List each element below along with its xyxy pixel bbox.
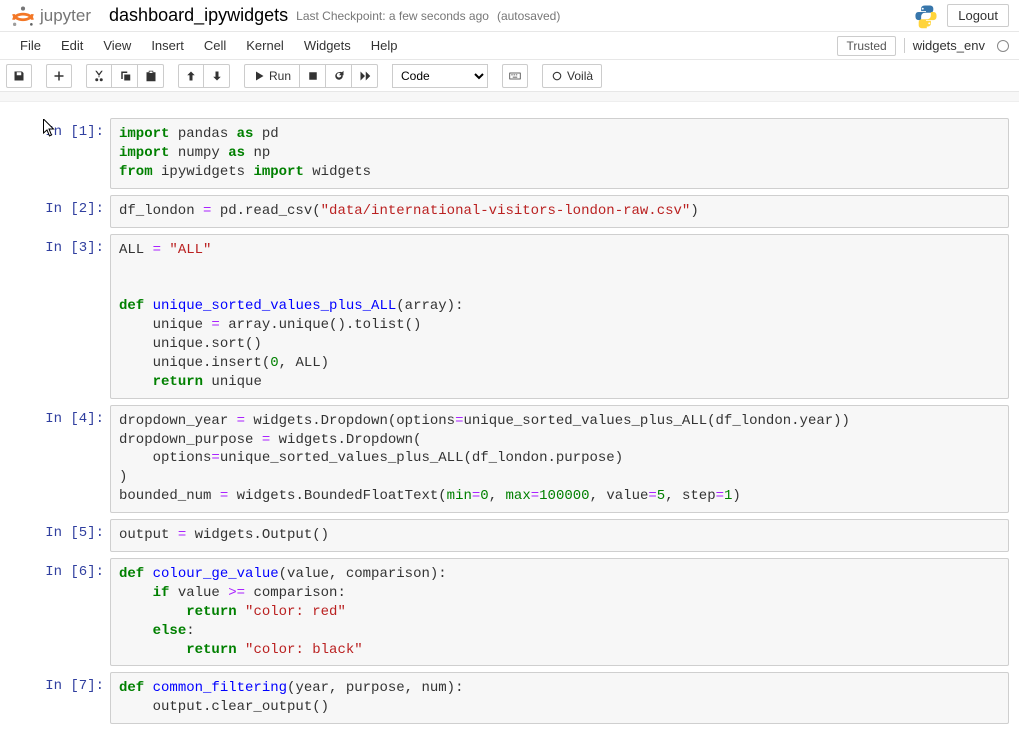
menu-widgets[interactable]: Widgets (294, 33, 361, 58)
menu-file[interactable]: File (10, 33, 51, 58)
move-up-button[interactable] (178, 64, 204, 88)
divider (0, 92, 1019, 102)
plus-icon (53, 70, 65, 82)
python-kernel-icon[interactable] (913, 3, 939, 29)
arrow-up-icon (185, 70, 197, 82)
copy-icon (119, 70, 131, 82)
toolbar: Run Code Voilà (0, 60, 1019, 92)
code-input[interactable]: df_london = pd.read_csv("data/internatio… (110, 195, 1009, 228)
menu-kernel[interactable]: Kernel (236, 33, 294, 58)
paste-icon (145, 70, 157, 82)
command-palette-button[interactable] (502, 64, 528, 88)
code-cell[interactable]: In [2]: df_london = pd.read_csv("data/in… (10, 195, 1009, 228)
code-input[interactable]: dropdown_year = widgets.Dropdown(options… (110, 405, 1009, 513)
notebook-area: In [1]: import pandas as pd import numpy… (0, 102, 1019, 750)
restart-run-all-button[interactable] (352, 64, 378, 88)
code-input[interactable]: def colour_ge_value(value, comparison): … (110, 558, 1009, 666)
voila-button[interactable]: Voilà (542, 64, 602, 88)
fast-forward-icon (359, 70, 371, 82)
trusted-indicator[interactable]: Trusted (837, 36, 895, 56)
interrupt-button[interactable] (300, 64, 326, 88)
copy-button[interactable] (112, 64, 138, 88)
run-button[interactable]: Run (244, 64, 300, 88)
paste-button[interactable] (138, 64, 164, 88)
checkpoint-text: Last Checkpoint: a few seconds ago (296, 9, 489, 23)
restart-button[interactable] (326, 64, 352, 88)
logout-button[interactable]: Logout (947, 4, 1009, 27)
restart-icon (333, 70, 345, 82)
stop-icon (307, 70, 319, 82)
logo-text: jupyter (40, 6, 91, 26)
code-input[interactable]: output = widgets.Output() (110, 519, 1009, 552)
keyboard-icon (509, 70, 521, 82)
arrow-down-icon (211, 70, 223, 82)
celltype-select[interactable]: Code (392, 64, 488, 88)
save-icon (13, 70, 25, 82)
code-cell[interactable]: In [1]: import pandas as pd import numpy… (10, 118, 1009, 189)
prompt: In [2]: (10, 195, 110, 228)
cut-icon (93, 70, 105, 82)
prompt: In [1]: (10, 118, 110, 189)
menu-view[interactable]: View (93, 33, 141, 58)
play-icon (253, 70, 265, 82)
prompt: In [4]: (10, 405, 110, 513)
kernel-name[interactable]: widgets_env (904, 38, 985, 53)
prompt: In [3]: (10, 234, 110, 399)
prompt: In [5]: (10, 519, 110, 552)
notebook-name[interactable]: dashboard_ipywidgets (109, 5, 288, 26)
header: jupyter dashboard_ipywidgets Last Checkp… (0, 0, 1019, 32)
code-cell[interactable]: In [4]: dropdown_year = widgets.Dropdown… (10, 405, 1009, 513)
menu-cell[interactable]: Cell (194, 33, 236, 58)
jupyter-logo[interactable]: jupyter (10, 3, 91, 29)
menu-help[interactable]: Help (361, 33, 408, 58)
move-down-button[interactable] (204, 64, 230, 88)
run-label: Run (269, 69, 291, 83)
voila-label: Voilà (567, 69, 593, 83)
code-input[interactable]: ALL = "ALL" def unique_sorted_values_plu… (110, 234, 1009, 399)
menu-insert[interactable]: Insert (141, 33, 194, 58)
jupyter-icon (10, 3, 36, 29)
code-cell[interactable]: In [7]: def common_filtering(year, purpo… (10, 672, 1009, 724)
menubar: File Edit View Insert Cell Kernel Widget… (0, 32, 1019, 60)
code-cell[interactable]: In [3]: ALL = "ALL" def unique_sorted_va… (10, 234, 1009, 399)
code-input[interactable]: import pandas as pd import numpy as np f… (110, 118, 1009, 189)
code-input[interactable]: def common_filtering(year, purpose, num)… (110, 672, 1009, 724)
cut-button[interactable] (86, 64, 112, 88)
save-button[interactable] (6, 64, 32, 88)
voila-icon (551, 70, 563, 82)
autosave-text: (autosaved) (497, 9, 560, 23)
prompt: In [7]: (10, 672, 110, 724)
prompt: In [6]: (10, 558, 110, 666)
code-cell[interactable]: In [6]: def colour_ge_value(value, compa… (10, 558, 1009, 666)
menu-edit[interactable]: Edit (51, 33, 93, 58)
kernel-status-icon (997, 40, 1009, 52)
code-cell[interactable]: In [5]: output = widgets.Output() (10, 519, 1009, 552)
add-cell-button[interactable] (46, 64, 72, 88)
